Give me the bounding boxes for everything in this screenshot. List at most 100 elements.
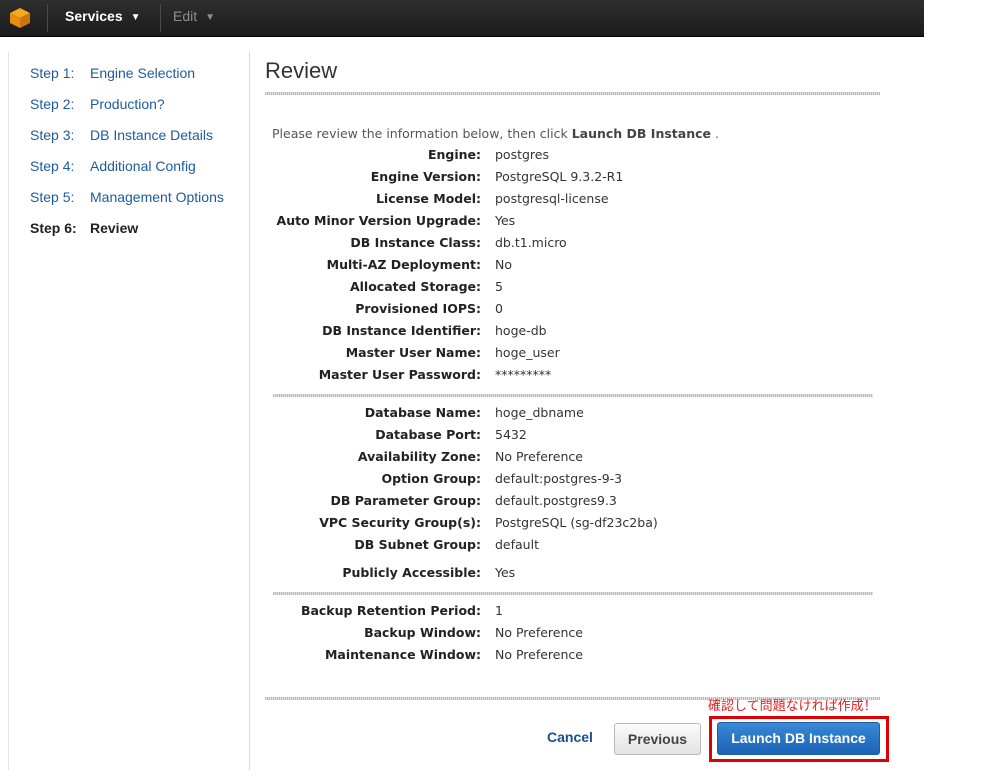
step-db-instance-details[interactable]: Step 3: DB Instance Details [30,127,213,143]
services-menu[interactable]: Services ▼ [65,0,141,36]
detail-row-database-port: Database Port: 5432 [272,427,872,447]
step-number: Step 3: [30,127,75,143]
detail-label: VPC Security Group(s): [319,515,481,530]
step-label: Review [90,220,139,236]
step-label: Production? [90,96,165,112]
annotation-note: 確認して問題なければ作成！ [708,699,877,714]
detail-value: db.t1.micro [495,235,567,250]
detail-value: postgres [495,147,549,162]
intro-bold: Launch DB Instance [571,126,711,141]
detail-row-database-name: Database Name: hoge_dbname [272,405,872,425]
detail-label: Backup Window: [364,625,481,640]
detail-value: 5 [495,279,503,294]
detail-value: default [495,537,539,552]
step-review-current: Step 6: Review [30,220,138,236]
detail-row-option-group: Option Group: default:postgres-9-3 [272,471,872,491]
section-divider [273,592,873,595]
detail-row-subnet-group: DB Subnet Group: default [272,537,872,557]
detail-value: hoge_user [495,345,560,360]
detail-row-parameter-group: DB Parameter Group: default.postgres9.3 [272,493,872,513]
review-intro-text: Please review the information below, the… [272,126,719,141]
nav-divider [160,4,161,32]
detail-row-master-user-name: Master User Name: hoge_user [272,345,872,365]
detail-value: Yes [495,565,516,580]
detail-value: postgresql-license [495,191,609,206]
detail-label: Publicly Accessible: [342,565,481,580]
detail-value: ********* [495,367,552,382]
detail-row-engine-version: Engine Version: PostgreSQL 9.3.2-R1 [272,169,872,189]
detail-label: DB Instance Identifier: [322,323,481,338]
detail-row-multi-az: Multi-AZ Deployment: No [272,257,872,277]
detail-row-license-model: License Model: postgresql-license [272,191,872,211]
detail-label: Provisioned IOPS: [355,301,481,316]
step-engine-selection[interactable]: Step 1: Engine Selection [30,65,195,81]
detail-row-backup-window: Backup Window: No Preference [272,625,872,645]
step-label: Management Options [90,189,224,205]
detail-row-maintenance-window: Maintenance Window: No Preference [272,647,872,667]
aws-cube-logo-icon[interactable] [8,6,32,30]
step-number: Step 4: [30,158,75,174]
detail-row-provisioned-iops: Provisioned IOPS: 0 [272,301,872,321]
intro-suffix: . [711,126,719,141]
detail-value: No Preference [495,449,583,464]
detail-label: DB Subnet Group: [354,537,481,552]
step-number: Step 1: [30,65,75,81]
detail-row-vpc-security-groups: VPC Security Group(s): PostgreSQL (sg-df2… [272,515,872,535]
detail-label: Master User Password: [318,367,481,382]
detail-label: Maintenance Window: [324,647,481,662]
launch-db-instance-button[interactable]: Launch DB Instance [717,722,880,755]
step-number: Step 6: [30,220,77,236]
detail-value: No [495,257,512,272]
detail-label: Availability Zone: [357,449,481,464]
detail-label: Engine: [427,147,481,162]
step-number: Step 2: [30,96,75,112]
top-nav-bar: Services ▼ Edit ▼ [0,0,924,37]
services-label: Services [65,8,123,24]
detail-label: Database Name: [364,405,481,420]
chevron-down-icon: ▼ [205,12,216,23]
detail-label: Master User Name: [345,345,481,360]
step-additional-config[interactable]: Step 4: Additional Config [30,158,196,174]
step-number: Step 5: [30,189,75,205]
detail-value: hoge-db [495,323,547,338]
detail-row-instance-identifier: DB Instance Identifier: hoge-db [272,323,872,343]
intro-prefix: Please review the information below, the… [272,126,572,141]
nav-divider [47,4,48,32]
detail-value: 0 [495,301,503,316]
detail-label: DB Parameter Group: [330,493,481,508]
detail-value: 5432 [495,427,527,442]
title-divider [265,92,880,95]
detail-row-master-password: Master User Password: ********* [272,367,872,387]
detail-value: Yes [495,213,516,228]
detail-label: DB Instance Class: [350,235,481,250]
detail-row-publicly-accessible: Publicly Accessible: Yes [272,565,872,585]
section-divider [273,394,873,397]
edit-menu[interactable]: Edit ▼ [173,0,215,36]
previous-button[interactable]: Previous [614,723,701,755]
step-management-options[interactable]: Step 5: Management Options [30,189,224,205]
detail-row-auto-minor-upgrade: Auto Minor Version Upgrade: Yes [272,213,872,233]
detail-row-backup-retention: Backup Retention Period: 1 [272,603,872,623]
detail-label: Engine Version: [370,169,481,184]
step-label: DB Instance Details [90,127,213,143]
detail-value: 1 [495,603,503,618]
detail-row-instance-class: DB Instance Class: db.t1.micro [272,235,872,255]
detail-label: License Model: [375,191,481,206]
detail-value: No Preference [495,625,583,640]
detail-value: default:postgres-9-3 [495,471,623,486]
edit-label: Edit [173,8,198,24]
detail-label: Auto Minor Version Upgrade: [276,213,481,228]
step-production[interactable]: Step 2: Production? [30,96,165,112]
step-label: Engine Selection [90,65,196,81]
detail-label: Multi-AZ Deployment: [326,257,481,272]
detail-row-engine: Engine: postgres [272,147,872,167]
detail-label: Backup Retention Period: [300,603,481,618]
detail-value: PostgreSQL 9.3.2-R1 [495,169,624,184]
detail-row-availability-zone: Availability Zone: No Preference [272,449,872,469]
detail-label: Database Port: [375,427,481,442]
detail-row-allocated-storage: Allocated Storage: 5 [272,279,872,299]
chevron-down-icon: ▼ [130,12,141,23]
cancel-link[interactable]: Cancel [547,729,593,745]
detail-label: Allocated Storage: [349,279,481,294]
detail-value: PostgreSQL (sg-df23c2ba) [495,515,658,530]
